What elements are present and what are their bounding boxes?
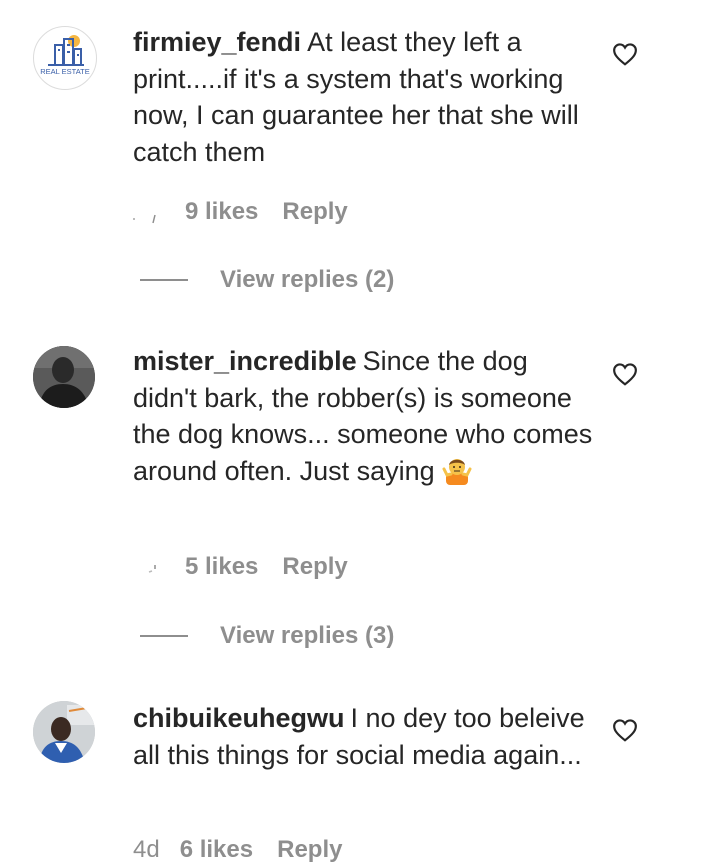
reply-button[interactable]: Reply (282, 553, 347, 581)
decorative-mark (133, 559, 157, 575)
reply-button[interactable]: Reply (282, 198, 347, 226)
heart-outline-icon[interactable] (612, 718, 638, 742)
comment-meta: 9 likes Reply (133, 197, 348, 227)
likes-count[interactable]: 5 likes (185, 553, 258, 581)
heart-outline-icon[interactable] (612, 42, 638, 66)
avatar-logo-text: REAL ESTATE (40, 67, 89, 76)
person-photo-icon (33, 701, 95, 763)
likes-count[interactable]: 9 likes (185, 198, 258, 226)
comment-text: chibuikeuhegwu I no dey too beleive all t… (133, 700, 593, 773)
view-replies-button[interactable]: View replies (2) (140, 265, 394, 295)
comment-text: mister_incredible Since the dog didn't ba… (133, 343, 593, 489)
comment-username[interactable]: chibuikeuhegwu (133, 703, 345, 733)
comment-username[interactable]: mister_incredible (133, 346, 357, 376)
view-replies-label: View replies (3) (220, 622, 395, 649)
avatar[interactable] (33, 701, 95, 763)
decorative-mark (133, 204, 157, 224)
comment-meta: 4d 6 likes Reply (133, 835, 342, 865)
avatar[interactable]: REAL ESTATE (33, 26, 97, 90)
view-replies-button[interactable]: View replies (3) (140, 621, 394, 651)
heart-outline-icon[interactable] (612, 362, 638, 386)
divider-line (140, 635, 188, 637)
real-estate-logo-icon: REAL ESTATE (40, 35, 90, 76)
person-photo-icon (33, 346, 95, 408)
person-shrugging-emoji (442, 458, 472, 485)
comment-username[interactable]: firmiey_fendi (133, 27, 301, 57)
comment-meta: 5 likes Reply (133, 552, 348, 582)
comment-text: firmiey_fendi At least they left a print.… (133, 24, 593, 170)
avatar[interactable] (33, 346, 95, 408)
view-replies-label: View replies (2) (220, 266, 395, 293)
divider-line (140, 279, 188, 281)
